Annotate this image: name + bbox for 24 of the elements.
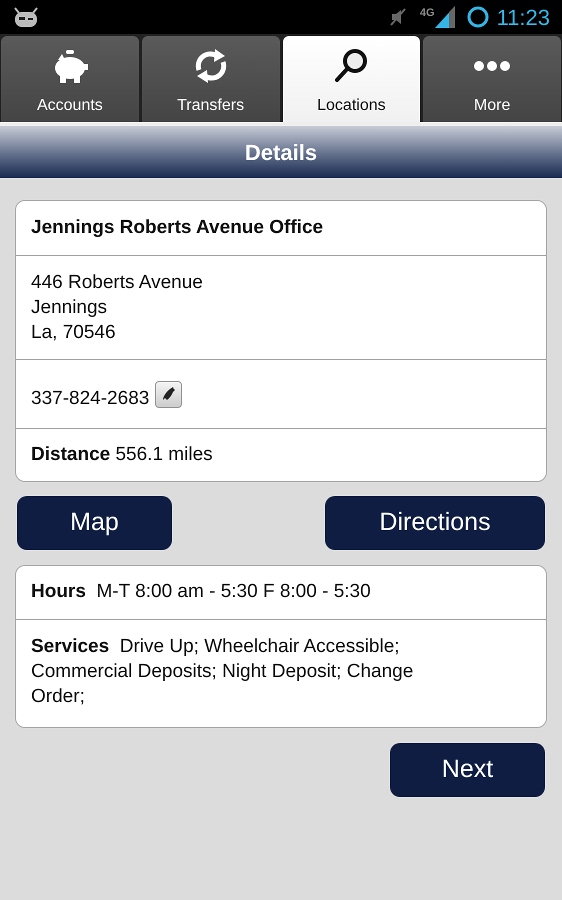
android-robot-icon xyxy=(12,6,40,28)
phone-number: 337-824-2683 xyxy=(31,386,150,411)
services-text: Services Drive Up; Wheelchair Accessible; Commercial Deposits; Night Deposit; Change Order; xyxy=(31,635,414,709)
clock-time: 11:23 xyxy=(496,4,550,32)
network-type: 4G xyxy=(420,6,435,21)
more-dots-icon xyxy=(472,59,512,73)
distance-text: Distance 556.1 miles xyxy=(31,442,213,467)
directions-button[interactable]: Directions xyxy=(325,496,545,550)
nav-tab[interactable]: Accounts xyxy=(1,36,139,122)
signal-icon xyxy=(434,6,455,28)
hours-text: Hours M-T 8:00 am - 5:30 F 8:00 - 5:30 xyxy=(31,580,371,604)
nav-tab[interactable]: Transfers xyxy=(142,36,280,122)
call-button[interactable] xyxy=(155,380,182,408)
address-line: La, 70546 xyxy=(31,321,117,345)
header-title: Details xyxy=(244,138,318,166)
ring-icon xyxy=(466,6,489,28)
address-line: 446 Roberts Avenue xyxy=(31,271,204,295)
next-button[interactable]: Next xyxy=(390,743,545,797)
muted-speaker-icon xyxy=(388,7,408,27)
nav-tab[interactable]: More xyxy=(423,36,561,122)
address-line: Jennings xyxy=(31,296,108,320)
nav-tab[interactable]: Locations xyxy=(282,36,420,122)
office-name: Jennings Roberts Avenue Office xyxy=(31,216,324,240)
map-button[interactable]: Map xyxy=(17,496,172,550)
